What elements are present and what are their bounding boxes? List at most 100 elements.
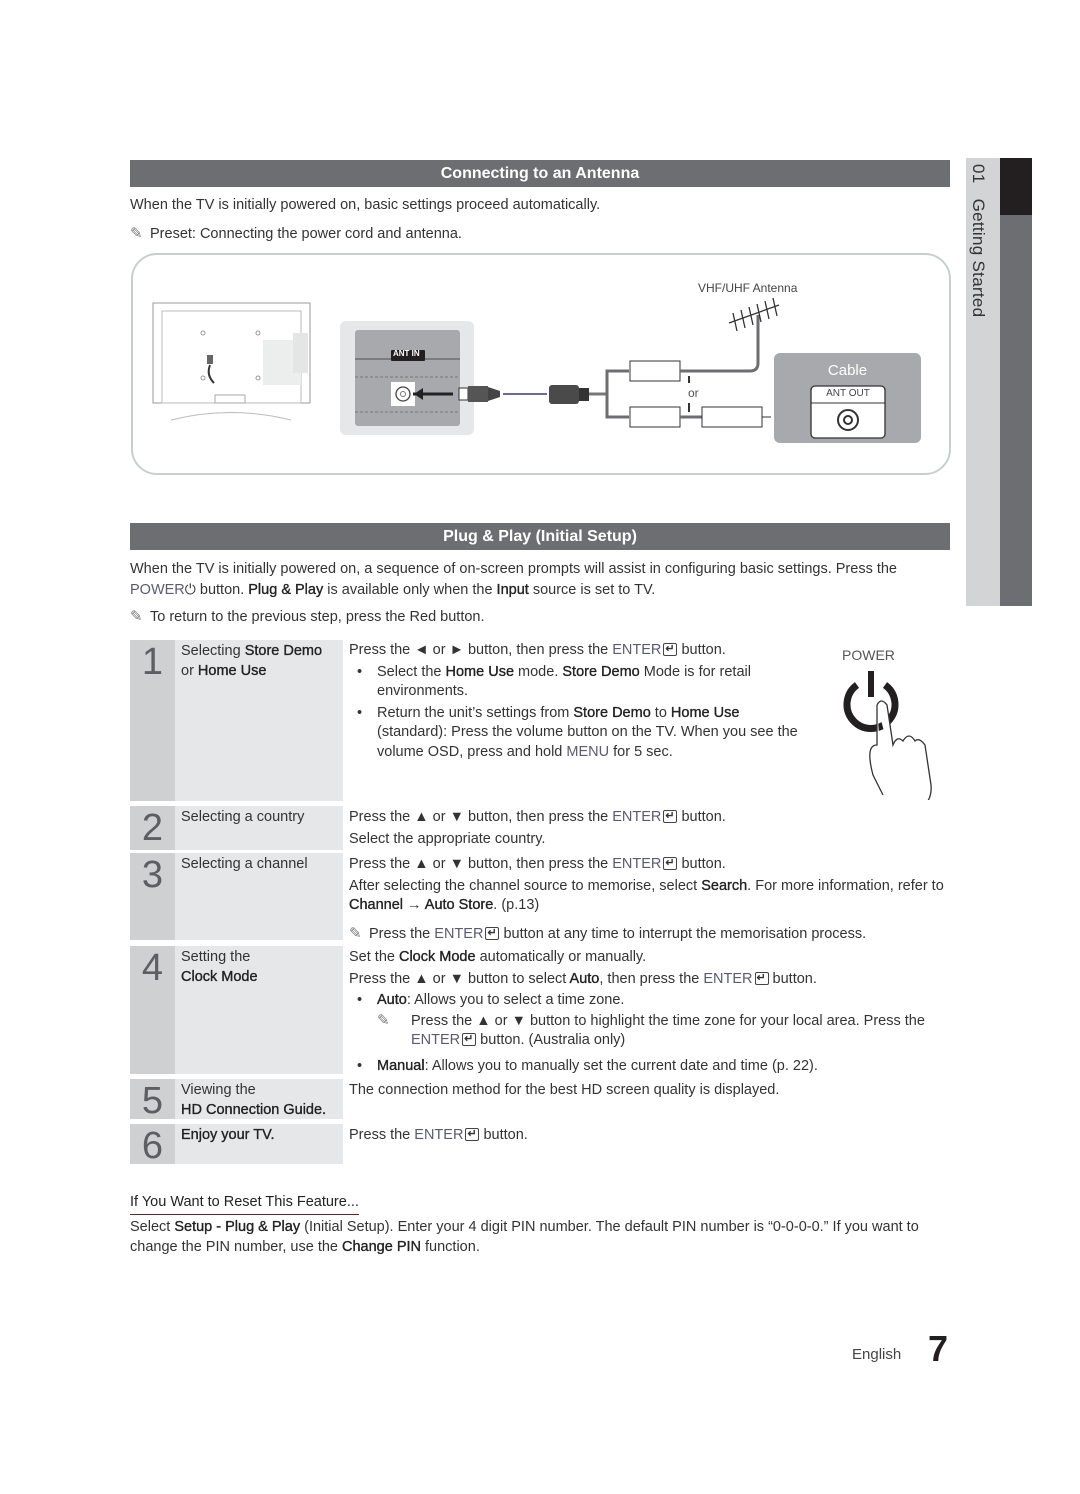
enter-icon bbox=[754, 969, 769, 988]
text: button. bbox=[677, 856, 726, 872]
text: Press the bbox=[349, 1127, 415, 1143]
step-line: Press the ▲ or ▼ button, then press the … bbox=[349, 807, 939, 828]
text: button. (Australia only) bbox=[476, 1032, 626, 1048]
bold: Channel bbox=[349, 897, 404, 913]
or-label: or bbox=[688, 386, 699, 400]
chapter-tab-marker bbox=[1000, 158, 1032, 215]
text: Press the ▲ or ▼ button, then press the bbox=[349, 856, 613, 872]
plug-play-intro: When the TV is initially powered on, a s… bbox=[130, 560, 930, 600]
text: Press the bbox=[369, 925, 435, 942]
text: Select bbox=[130, 1219, 175, 1235]
text: button. bbox=[677, 809, 726, 825]
enter-keyword: ENTER bbox=[414, 1127, 464, 1143]
intro-bold: Plug & Play bbox=[248, 581, 324, 598]
enter-icon bbox=[462, 1030, 477, 1050]
text: Press the ▲ or ▼ button, then press the bbox=[349, 809, 613, 825]
enter-icon bbox=[663, 640, 678, 660]
bold: Auto bbox=[377, 992, 407, 1008]
note-pencil-icon: ✎ bbox=[377, 1011, 390, 1029]
text: button at any time to interrupt the memo… bbox=[499, 925, 867, 942]
text: mode. bbox=[514, 663, 563, 680]
step-body: The connection method for the best HD sc… bbox=[349, 1082, 780, 1098]
power-illustration-label: POWER bbox=[842, 647, 895, 663]
text: button. bbox=[768, 970, 817, 987]
power-button-hand-icon bbox=[843, 671, 932, 800]
text: function. bbox=[421, 1238, 480, 1255]
text: Return the unit’s settings from bbox=[377, 704, 574, 721]
text: : Allows you to manually set the current… bbox=[424, 1057, 818, 1074]
step-body: Press the ▲ or ▼ button, then press the … bbox=[349, 854, 944, 944]
enter-keyword: ENTER bbox=[612, 642, 662, 658]
step-number: 3 bbox=[130, 853, 175, 940]
antenna-note-text: Preset: Connecting the power cord and an… bbox=[150, 226, 462, 242]
intro-text: is available only when the bbox=[323, 581, 497, 598]
bold: Home Use bbox=[445, 663, 515, 680]
step-title-text: Viewing the bbox=[181, 1082, 256, 1098]
enter-icon bbox=[663, 807, 678, 827]
step-body: Press the ◄ or ► button, then press the … bbox=[349, 640, 809, 763]
step-line: After selecting the channel source to me… bbox=[349, 877, 944, 916]
intro-text: When the TV is initially powered on, a s… bbox=[130, 561, 897, 577]
enter-icon bbox=[663, 854, 678, 874]
enter-keyword: ENTER bbox=[612, 856, 662, 872]
step-title-bold: HD Connection Guide. bbox=[181, 1101, 327, 1118]
bullet-item: Manual: Allows you to manually set the c… bbox=[349, 1057, 944, 1077]
antenna-connection-diagram: ANT IN VHF/UHF Antenna or Cable ANT OUT bbox=[131, 253, 951, 475]
intro-bold: Input bbox=[496, 581, 529, 598]
text: Press the ▲ or ▼ button to select bbox=[349, 970, 570, 987]
text: Press the ◄ or ► button, then press the bbox=[349, 642, 613, 658]
text: to bbox=[650, 704, 671, 721]
bold: Clock Mode bbox=[398, 949, 476, 965]
step-title-bold: Enjoy your TV. bbox=[181, 1127, 275, 1143]
antenna-intro: When the TV is initially powered on, bas… bbox=[130, 197, 601, 213]
section-heading-plug-play: Plug & Play (Initial Setup) bbox=[130, 523, 950, 550]
step-title-bold: Clock Mode bbox=[181, 968, 258, 985]
bold: Change PIN bbox=[342, 1238, 421, 1255]
step-title-bold: Home Use bbox=[197, 662, 267, 679]
section-heading-antenna: Connecting to an Antenna bbox=[130, 160, 950, 187]
bullet-item: Auto: Allows you to select a time zone. bbox=[349, 991, 944, 1011]
note-pencil-icon: ✎ bbox=[130, 225, 143, 242]
ant-out-label: ANT OUT bbox=[826, 388, 870, 399]
step-line: Set the Clock Mode automatically or manu… bbox=[349, 948, 944, 968]
chapter-label: 01 Getting Started bbox=[968, 164, 988, 317]
note-pencil-icon: ✎ bbox=[130, 608, 143, 625]
step-note: ✎ Press the ▲ or ▼ button to highlight th… bbox=[377, 1011, 944, 1051]
antenna-note: ✎ Preset: Connecting the power cord and a… bbox=[130, 224, 462, 245]
text: Select the bbox=[377, 663, 446, 680]
intro-text: source is set to TV. bbox=[528, 581, 656, 598]
bullet-item: Return the unit’s settings from Store De… bbox=[349, 704, 809, 763]
step-line: Press the ▲ or ▼ button to select Auto, … bbox=[349, 969, 944, 990]
step-number: 1 bbox=[130, 640, 175, 801]
enter-keyword: ENTER bbox=[411, 1032, 461, 1048]
step-title: Setting the Clock Mode bbox=[175, 946, 343, 1074]
ant-in-panel bbox=[340, 321, 474, 435]
step-title: Enjoy your TV. bbox=[175, 1124, 343, 1164]
bold: Setup - Plug & Play bbox=[174, 1219, 301, 1235]
bold: Auto bbox=[569, 970, 600, 987]
bold: Store Demo bbox=[562, 663, 640, 680]
text: , then press the bbox=[599, 970, 704, 987]
cable-label: Cable bbox=[827, 362, 868, 379]
step-title: Selecting a country bbox=[175, 806, 343, 850]
text: button. bbox=[677, 642, 726, 658]
ant-in-label: ANT IN bbox=[393, 349, 420, 358]
enter-keyword: ENTER bbox=[703, 970, 753, 987]
step-title: Selecting Store Demo or Home Use bbox=[175, 640, 343, 801]
enter-icon bbox=[485, 924, 500, 943]
bullet-item: Select the Home Use mode. Store Demo Mod… bbox=[349, 663, 809, 702]
coaxial-cable bbox=[458, 315, 771, 428]
power-keyword: POWER bbox=[130, 581, 185, 598]
text: Set the bbox=[349, 949, 399, 965]
step-body: Set the Clock Mode automatically or manu… bbox=[349, 948, 944, 1076]
step-line: Select the appropriate country. bbox=[349, 830, 546, 847]
bold: Auto Store bbox=[424, 897, 494, 913]
step-number: 5 bbox=[130, 1079, 175, 1122]
step-body: Press the ENTER button. bbox=[349, 1125, 944, 1146]
step-title: Viewing the HD Connection Guide. bbox=[175, 1079, 343, 1119]
chapter-tab-bar bbox=[1000, 215, 1032, 606]
enter-icon bbox=[465, 1125, 480, 1145]
text: Press the ▲ or ▼ button to highlight the… bbox=[411, 1012, 925, 1029]
step-number: 2 bbox=[130, 806, 175, 850]
step-title-text: Setting the bbox=[181, 949, 251, 965]
